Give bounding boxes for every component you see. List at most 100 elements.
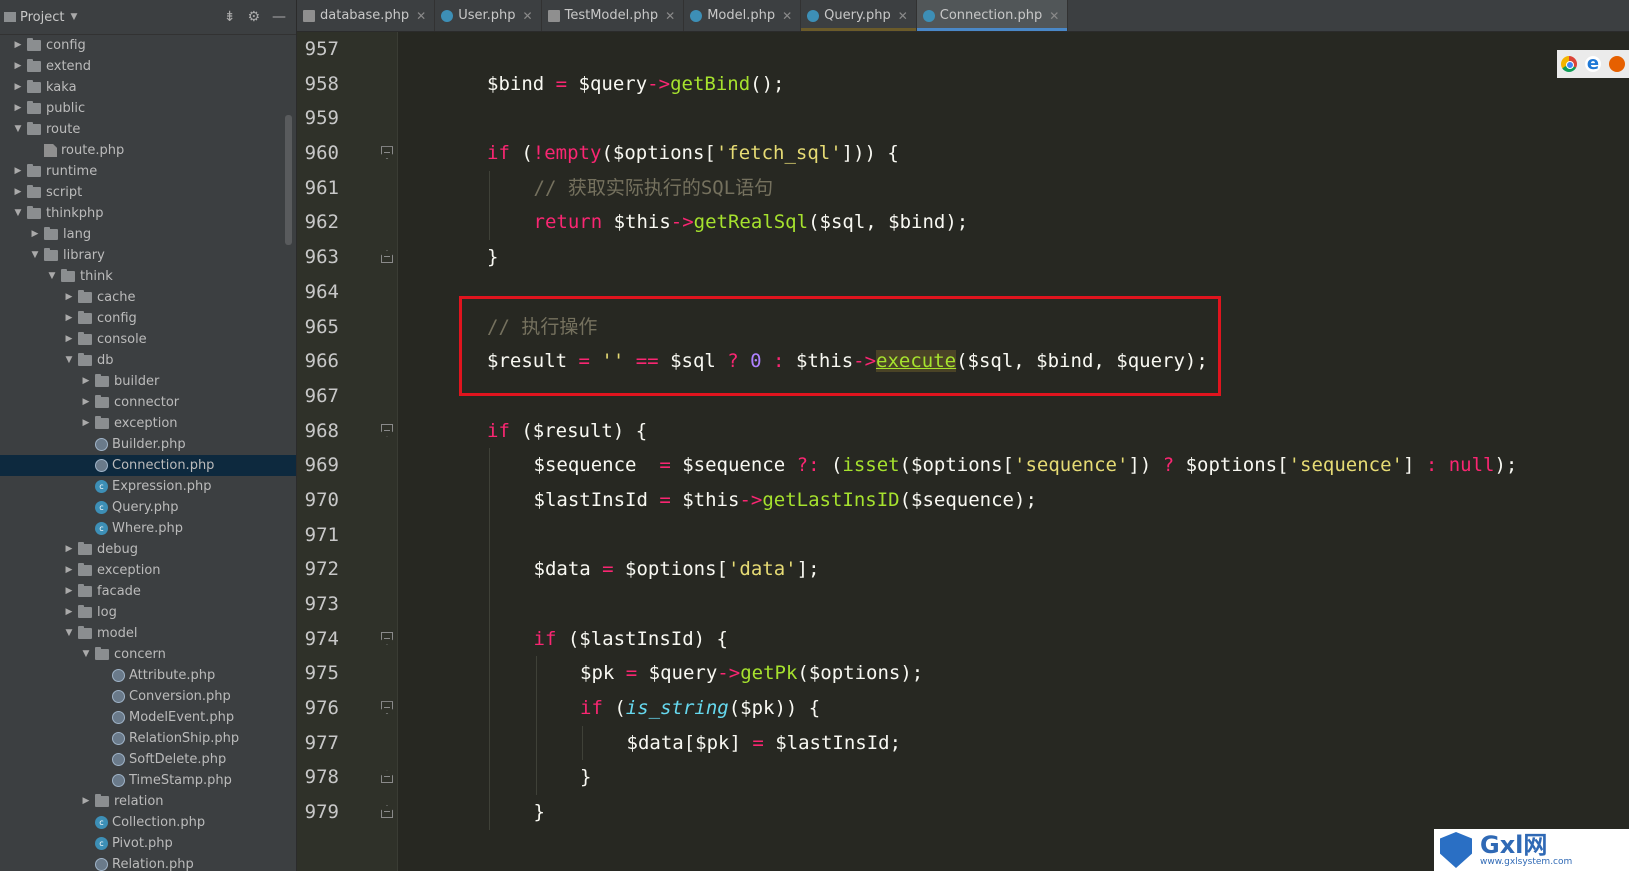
code-text[interactable]: if (!empty($options['fetch_sql'])) { — [487, 136, 899, 171]
collapsed-arrow-icon[interactable]: ▶ — [63, 308, 75, 329]
tree-item[interactable]: ▶ script — [0, 182, 296, 203]
tree-item[interactable]: ▼ concern — [0, 644, 296, 665]
tree-item[interactable]: ▼ thinkphp — [0, 203, 296, 224]
edge-icon[interactable]: e — [1585, 55, 1601, 73]
expanded-arrow-icon[interactable]: ▼ — [12, 203, 24, 224]
tree-item[interactable]: ▶ console — [0, 329, 296, 350]
expanded-arrow-icon[interactable]: ▼ — [46, 266, 58, 287]
collapsed-arrow-icon[interactable]: ▶ — [63, 287, 75, 308]
expanded-arrow-icon[interactable]: ▼ — [12, 119, 24, 140]
code-text[interactable]: $data[$pk] = $lastInsId; — [627, 726, 902, 761]
tree-item[interactable]: ▶ config — [0, 35, 296, 56]
code-text[interactable]: $lastInsId = $this->getLastInsID($sequen… — [534, 483, 1037, 518]
close-icon[interactable]: ✕ — [416, 9, 426, 23]
fold-end-icon[interactable] — [381, 250, 393, 264]
tree-item[interactable]: ▶ public — [0, 98, 296, 119]
line-number[interactable]: 972 — [297, 552, 339, 587]
fold-start-icon[interactable] — [381, 423, 393, 437]
code-text[interactable]: $bind = $query->getBind(); — [487, 67, 784, 102]
editor-tab[interactable]: User.php ✕ — [435, 0, 542, 31]
hide-panel-icon[interactable]: — — [272, 9, 286, 25]
line-number[interactable]: 971 — [297, 518, 339, 553]
line-number[interactable]: 966 — [297, 344, 339, 379]
expanded-arrow-icon[interactable]: ▼ — [80, 644, 92, 665]
line-number[interactable]: 968 — [297, 414, 339, 449]
editor-tab[interactable]: Connection.php ✕ — [916, 0, 1069, 31]
close-icon[interactable]: ✕ — [665, 9, 675, 23]
chrome-icon[interactable] — [1561, 56, 1577, 72]
collapsed-arrow-icon[interactable]: ▶ — [12, 56, 24, 77]
line-number[interactable]: 979 — [297, 795, 339, 830]
tree-item[interactable]: Relation.php — [0, 854, 296, 871]
fold-start-icon[interactable] — [381, 631, 393, 645]
tree-item[interactable]: ▶ kaka — [0, 77, 296, 98]
collapsed-arrow-icon[interactable]: ▶ — [63, 329, 75, 350]
line-number[interactable]: 961 — [297, 171, 339, 206]
fold-start-icon[interactable] — [381, 146, 393, 160]
expanded-arrow-icon[interactable]: ▼ — [29, 245, 41, 266]
code-text[interactable]: return $this->getRealSql($sql, $bind); — [534, 205, 969, 240]
tree-item[interactable]: ▶ facade — [0, 581, 296, 602]
line-number[interactable]: 978 — [297, 760, 339, 795]
line-number[interactable]: 963 — [297, 240, 339, 275]
editor-tab[interactable]: database.php ✕ — [297, 0, 436, 31]
close-icon[interactable]: ✕ — [1049, 9, 1059, 23]
tree-item[interactable]: ▶ log — [0, 602, 296, 623]
line-number[interactable]: 965 — [297, 310, 339, 345]
code-text[interactable]: if (is_string($pk)) { — [580, 691, 820, 726]
code-text[interactable]: $pk = $query->getPk($options); — [580, 656, 923, 691]
collapsed-arrow-icon[interactable]: ▶ — [80, 392, 92, 413]
tree-item[interactable]: c Pivot.php — [0, 833, 296, 854]
tree-item[interactable]: c Query.php — [0, 497, 296, 518]
tree-item[interactable]: ▶ relation — [0, 791, 296, 812]
tree-item[interactable]: RelationShip.php — [0, 728, 296, 749]
collapsed-arrow-icon[interactable]: ▶ — [80, 371, 92, 392]
tree-item[interactable]: ▼ db — [0, 350, 296, 371]
tree-item[interactable]: TimeStamp.php — [0, 770, 296, 791]
tree-item[interactable]: ▼ model — [0, 623, 296, 644]
tree-item[interactable]: ModelEvent.php — [0, 707, 296, 728]
fold-end-icon[interactable] — [381, 770, 393, 784]
gear-icon[interactable]: ⚙ — [247, 9, 260, 25]
tree-item[interactable]: ▼ think — [0, 266, 296, 287]
tree-item[interactable]: ▶ exception — [0, 413, 296, 434]
line-number[interactable]: 977 — [297, 726, 339, 761]
close-icon[interactable]: ✕ — [898, 9, 908, 23]
collapsed-arrow-icon[interactable]: ▶ — [63, 602, 75, 623]
tree-item[interactable]: ▶ lang — [0, 224, 296, 245]
line-number[interactable]: 969 — [297, 448, 339, 483]
tree-item[interactable]: Builder.php — [0, 434, 296, 455]
line-number[interactable]: 974 — [297, 622, 339, 657]
code-editor[interactable]: 957 958 $bind = $query->getBind(); 959 960 if… — [297, 32, 1629, 871]
code-text[interactable]: if ($result) { — [487, 414, 647, 449]
tree-item[interactable]: ▶ runtime — [0, 161, 296, 182]
tree-item[interactable]: ▶ extend — [0, 56, 296, 77]
collapsed-arrow-icon[interactable]: ▶ — [80, 413, 92, 434]
editor-tab[interactable]: Model.php ✕ — [684, 0, 802, 31]
tree-item[interactable]: ▼ library — [0, 245, 296, 266]
line-number[interactable]: 975 — [297, 656, 339, 691]
line-number[interactable]: 964 — [297, 275, 339, 310]
tree-item[interactable]: Attribute.php — [0, 665, 296, 686]
collapsed-arrow-icon[interactable]: ▶ — [63, 539, 75, 560]
collapsed-arrow-icon[interactable]: ▶ — [12, 98, 24, 119]
editor-tab[interactable]: Query.php ✕ — [801, 0, 917, 31]
tree-item[interactable]: ▶ cache — [0, 287, 296, 308]
close-icon[interactable]: ✕ — [782, 9, 792, 23]
tree-item[interactable]: ▶ config — [0, 308, 296, 329]
collapsed-arrow-icon[interactable]: ▶ — [12, 77, 24, 98]
project-view-selector[interactable]: Project — [20, 10, 64, 25]
collapsed-arrow-icon[interactable]: ▶ — [63, 581, 75, 602]
tree-item[interactable]: c Collection.php — [0, 812, 296, 833]
code-text[interactable]: } — [580, 760, 591, 795]
tree-item[interactable]: ▶ debug — [0, 539, 296, 560]
line-number[interactable]: 960 — [297, 136, 339, 171]
collapsed-arrow-icon[interactable]: ▶ — [29, 224, 41, 245]
sidebar-scrollbar[interactable] — [285, 115, 292, 245]
line-number[interactable]: 976 — [297, 691, 339, 726]
expanded-arrow-icon[interactable]: ▼ — [63, 623, 75, 644]
line-number[interactable]: 958 — [297, 67, 339, 102]
code-text[interactable]: } — [534, 795, 545, 830]
line-number[interactable]: 957 — [297, 32, 339, 67]
chevron-down-icon[interactable]: ▼ — [70, 12, 77, 22]
